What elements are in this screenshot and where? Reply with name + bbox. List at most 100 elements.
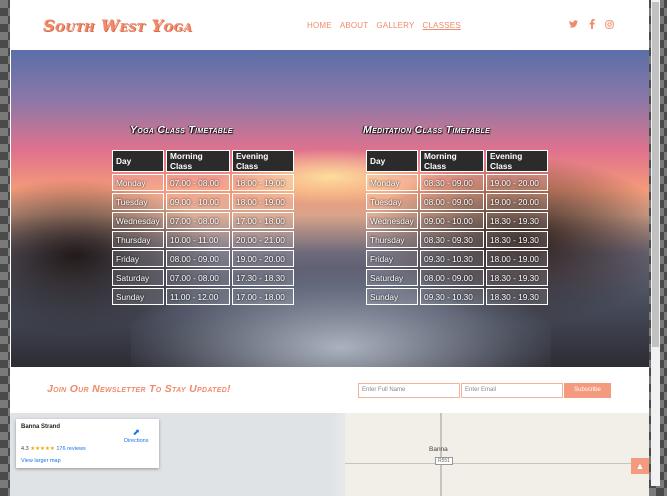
table-header-row: Day Morning Class Evening Class [366,150,548,172]
yoga-timetable: Day Morning Class Evening Class Monday 07… [110,148,296,307]
twitter-icon[interactable] [569,19,578,29]
cell-day: Saturday [112,269,164,286]
cell-morning: 09.30 - 10.30 [420,250,484,267]
cell-evening: 18.00 - 19.00 [486,250,548,267]
map-road-label: R551 [435,457,453,465]
map-land [345,413,649,496]
table-row: Saturday 08.00 - 09.00 18.30 - 19.30 [366,269,548,286]
cell-morning: 08.00 - 09.00 [420,269,484,286]
table-row: Saturday 07.00 - 08.00 17.30 - 18.30 [112,269,294,286]
cell-day: Sunday [112,288,164,305]
cell-morning: 11.00 - 12.00 [166,288,230,305]
meditation-timetable: Day Morning Class Evening Class Monday 08… [364,148,550,307]
cell-morning: 08.00 - 09.00 [166,250,230,267]
nav-about[interactable]: ABOUT [340,21,369,30]
full-name-input[interactable]: Enter Full Name [358,383,460,398]
cell-day: Wednesday [366,212,418,229]
scroll-to-top-button[interactable]: ▲ [631,458,649,474]
table-row: Monday 08.30 - 09.00 19.00 - 20.00 [366,174,548,191]
email-input[interactable]: Enter Email [461,383,563,398]
social-links [569,19,614,29]
yoga-timetable-body: Monday 07.00 - 08.00 18.00 - 19.00 Tuesday 0… [112,174,294,305]
cell-morning: 08.30 - 09.00 [420,174,484,191]
map-place-card: Banna Strand ⬈ Directions 4.3 ★★★★★ 176 … [16,419,159,468]
cell-day: Saturday [366,269,418,286]
embedded-map[interactable]: Banna R551 Banna Strand ⬈ Directions 4.3… [10,413,649,496]
column-header-day: Day [366,150,418,172]
meditation-timetable-title: Meditation Class Timetable [363,124,490,136]
reviews-link[interactable]: 176 reviews [56,446,85,452]
cell-evening: 20.00 - 21.00 [232,231,294,248]
cell-morning: 10.00 - 11.00 [166,231,230,248]
cell-morning: 09.30 - 10.30 [420,288,484,305]
map-road [345,463,649,464]
cell-day: Tuesday [112,193,164,210]
directions-link[interactable]: ⬈ Directions [124,427,148,444]
table-row: Thursday 08.30 - 09.30 18.30 - 19.30 [366,231,548,248]
subscribe-button[interactable]: Subscribe [564,383,611,398]
table-row: Sunday 09.30 - 10.30 18.30 - 19.30 [366,288,548,305]
cell-day: Monday [366,174,418,191]
cell-evening: 18.30 - 19.30 [486,269,548,286]
page-scrollbar-thumb[interactable] [652,2,659,347]
cell-day: Wednesday [112,212,164,229]
hero-timetables: Yoga Class Timetable Day Morning Class E… [11,50,649,367]
cell-day: Friday [366,250,418,267]
table-row: Friday 09.30 - 10.30 18.00 - 19.00 [366,250,548,267]
cell-morning: 07.00 - 08.00 [166,212,230,229]
column-header-evening: Evening Class [486,150,548,172]
cell-morning: 08.00 - 09.00 [420,193,484,210]
cell-morning: 07.00 - 08.00 [166,174,230,191]
cell-morning: 08.30 - 09.30 [420,231,484,248]
cell-day: Friday [112,250,164,267]
page: South West Yoga HOME ABOUT GALLERY CLASS… [10,0,649,496]
meditation-timetable-body: Monday 08.30 - 09.00 19.00 - 20.00 Tuesday 0… [366,174,548,305]
cell-evening: 18.30 - 19.30 [486,288,548,305]
cell-evening: 19.00 - 20.00 [232,250,294,267]
cell-evening: 18.30 - 19.30 [486,212,548,229]
newsletter-title: Join Our Newsletter To Stay Updated! [47,383,231,395]
cell-evening: 19.00 - 20.00 [486,193,548,210]
site-logo[interactable]: South West Yoga [43,16,192,35]
map-place-name: Banna Strand [21,424,61,430]
cell-day: Thursday [366,231,418,248]
site-header: South West Yoga HOME ABOUT GALLERY CLASS… [10,0,649,50]
table-row: Friday 08.00 - 09.00 19.00 - 20.00 [112,250,294,267]
facebook-icon[interactable] [587,19,596,29]
cell-morning: 09.00 - 10.00 [420,212,484,229]
cell-morning: 07.00 - 08.00 [166,269,230,286]
table-row: Thursday 10.00 - 11.00 20.00 - 21.00 [112,231,294,248]
cell-evening: 17.00 - 18.00 [232,212,294,229]
cell-evening: 17.30 - 18.30 [232,269,294,286]
cell-evening: 18.00 - 19.00 [232,193,294,210]
rating-stars: ★★★★★ [30,446,55,452]
table-row: Tuesday 08.00 - 09.00 19.00 - 20.00 [366,193,548,210]
cell-day: Sunday [366,288,418,305]
table-row: Tuesday 09.00 - 10.00 18.00 - 19.00 [112,193,294,210]
cell-morning: 09.00 - 10.00 [166,193,230,210]
cell-evening: 17.00 - 18.00 [232,288,294,305]
chevron-up-icon: ▲ [635,461,645,471]
directions-icon: ⬈ [132,427,140,437]
nav-gallery[interactable]: GALLERY [376,21,414,30]
cell-day: Monday [112,174,164,191]
nav-classes[interactable]: CLASSES [423,21,461,30]
map-town-label: Banna [429,446,448,453]
view-larger-map-link[interactable]: View larger map [21,458,61,464]
column-header-morning: Morning Class [166,150,230,172]
table-row: Sunday 11.00 - 12.00 17.00 - 18.00 [112,288,294,305]
column-header-day: Day [112,150,164,172]
nav-home[interactable]: HOME [307,21,332,30]
cell-evening: 18.30 - 19.30 [486,231,548,248]
map-rating: 4.3 ★★★★★ 176 reviews [21,446,86,452]
instagram-icon[interactable] [605,19,614,29]
cell-evening: 19.00 - 20.00 [486,174,548,191]
map-road [440,413,442,496]
newsletter-section: Join Our Newsletter To Stay Updated! Ent… [10,367,649,413]
rating-value: 4.3 [21,446,29,452]
table-row: Monday 07.00 - 08.00 18.00 - 19.00 [112,174,294,191]
cell-day: Thursday [112,231,164,248]
directions-label: Directions [124,438,149,444]
cell-evening: 18.00 - 19.00 [232,174,294,191]
column-header-evening: Evening Class [232,150,294,172]
